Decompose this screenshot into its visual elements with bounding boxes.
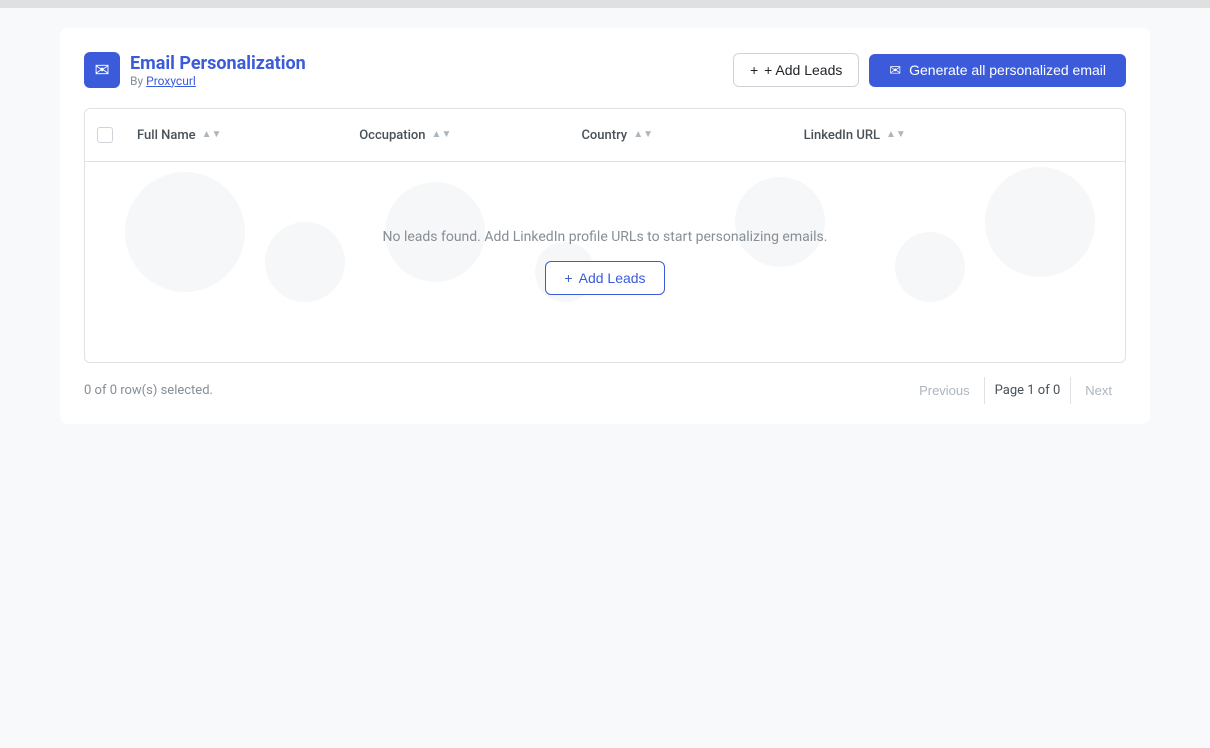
generate-button[interactable]: ✉ Generate all personalized email	[869, 54, 1126, 87]
header-country: Country ▲▼	[569, 119, 791, 151]
linkedin-sort-icon[interactable]: ▲▼	[886, 130, 906, 140]
ghost-circle-6	[895, 232, 965, 302]
rows-selected: 0 of 0 row(s) selected.	[84, 383, 213, 398]
header-left: ✉ Email Personalization By Proxycurl	[84, 52, 306, 88]
full-name-sort-icon[interactable]: ▲▼	[202, 130, 222, 140]
page-info: Page 1 of 0	[984, 377, 1072, 404]
header-full-name: Full Name ▲▼	[125, 119, 347, 151]
full-name-label: Full Name	[137, 128, 196, 143]
ghost-circle-2	[265, 222, 345, 302]
add-leads-empty-label: Add Leads	[579, 270, 646, 286]
empty-message: No leads found. Add LinkedIn profile URL…	[383, 229, 828, 245]
add-leads-empty-plus-icon: +	[564, 270, 572, 286]
table-wrapper: Full Name ▲▼ Occupation ▲▼ Country ▲▼ Li…	[84, 108, 1126, 363]
app-container: ✉ Email Personalization By Proxycurl + +…	[60, 28, 1150, 424]
header-actions: + + Add Leads ✉ Generate all personalize…	[733, 53, 1126, 87]
select-all-checkbox[interactable]	[97, 127, 113, 143]
previous-label: Previous	[919, 383, 970, 398]
country-sort-icon[interactable]: ▲▼	[633, 130, 653, 140]
header: ✉ Email Personalization By Proxycurl + +…	[84, 52, 1126, 88]
subtitle-prefix: By	[130, 74, 143, 88]
ghost-circle-1	[125, 172, 245, 292]
country-label: Country	[581, 128, 627, 143]
app-title-block: Email Personalization By Proxycurl	[130, 53, 306, 88]
app-icon: ✉	[84, 52, 120, 88]
app-subtitle: By Proxycurl	[130, 74, 306, 88]
table-header: Full Name ▲▼ Occupation ▲▼ Country ▲▼ Li…	[85, 109, 1125, 162]
add-leads-label: + Add Leads	[764, 62, 842, 78]
top-bar	[0, 0, 1210, 8]
app-title: Email Personalization	[130, 53, 306, 74]
table-body: No leads found. Add LinkedIn profile URL…	[85, 162, 1125, 362]
next-label: Next	[1085, 383, 1112, 398]
previous-button[interactable]: Previous	[905, 377, 984, 404]
add-leads-empty-button[interactable]: + Add Leads	[545, 261, 664, 295]
add-leads-button[interactable]: + + Add Leads	[733, 53, 859, 87]
header-occupation: Occupation ▲▼	[347, 119, 569, 151]
linkedin-url-label: LinkedIn URL	[804, 128, 880, 143]
header-checkbox-cell	[85, 119, 125, 151]
occupation-sort-icon[interactable]: ▲▼	[432, 130, 452, 140]
mail-icon: ✉	[94, 60, 109, 81]
ghost-circle-7	[985, 167, 1095, 277]
generate-label: Generate all personalized email	[909, 62, 1106, 78]
header-linkedin-url: LinkedIn URL ▲▼	[792, 119, 1125, 151]
pagination: Previous Page 1 of 0 Next	[905, 377, 1126, 404]
table-footer: 0 of 0 row(s) selected. Previous Page 1 …	[84, 377, 1126, 404]
next-button[interactable]: Next	[1071, 377, 1126, 404]
proxycurl-link[interactable]: Proxycurl	[146, 74, 196, 88]
add-leads-plus-icon: +	[750, 62, 758, 78]
generate-mail-icon: ✉	[889, 62, 901, 79]
ghost-circle-5	[735, 177, 825, 267]
occupation-label: Occupation	[359, 128, 425, 143]
